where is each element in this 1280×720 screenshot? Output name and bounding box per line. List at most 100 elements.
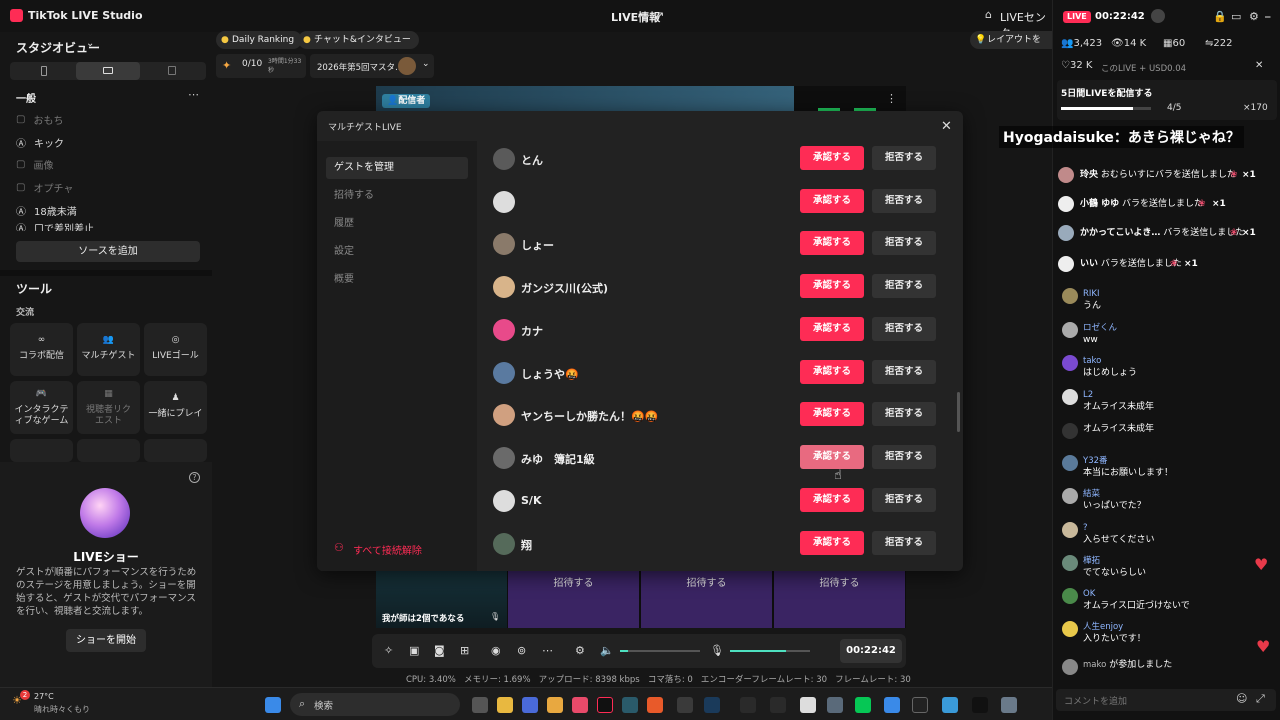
app-icon[interactable] [827,697,843,713]
reject-button[interactable]: 拒否する [872,531,936,555]
comment-input[interactable]: コメントを追加 ☺ ⤢ [1056,689,1276,711]
line-icon[interactable] [855,697,871,713]
source-item[interactable]: Ⓐ 18歳未満 [16,203,77,218]
source-item[interactable]: ▢ オプチャ [16,180,73,195]
reject-button[interactable]: 拒否する [872,146,936,170]
general-section-title[interactable]: 一般 [16,90,36,105]
add-source-button[interactable]: ソースを追加 [16,241,200,262]
chevron-down-icon[interactable]: ⌄ [86,38,94,49]
speaker-icon[interactable]: 🔈 [600,644,614,657]
app-icon[interactable] [677,697,693,713]
magic-wand-icon[interactable]: ✧ [384,644,393,657]
disconnect-all-button[interactable]: すべて接続解除 [353,542,422,557]
reject-button[interactable]: 拒否する [872,488,936,512]
approve-button[interactable]: 承認する [800,146,864,170]
tab-invite[interactable]: 招待する [326,185,468,207]
minimize-icon[interactable]: ⎯ [1265,10,1271,24]
task-view-icon[interactable] [472,697,488,713]
lock-icon[interactable]: 🔒 [1213,10,1227,23]
chevron-down-icon[interactable]: ⌄ [422,59,430,69]
viewer-request-tool-button[interactable]: ▦ 視聴者リクエスト [77,381,140,434]
approve-button[interactable]: 承認する [800,360,864,384]
microphone-icon[interactable]: 🎙 [710,644,724,657]
collab-tool-button[interactable]: ∞ コラボ配信 [10,323,73,376]
source-item[interactable]: ▢ おもち [16,112,63,127]
app-icon[interactable] [522,697,538,713]
app-icon[interactable] [884,697,900,713]
invite-slot[interactable]: 招待する [641,571,772,628]
app-icon[interactable] [942,697,958,713]
camera-icon[interactable]: ◙ [434,644,445,657]
reject-button[interactable]: 拒否する [872,274,936,298]
tab-history[interactable]: 履歴 [326,213,468,235]
invite-slot[interactable]: 招待する [774,571,905,628]
reject-button[interactable]: 拒否する [872,231,936,255]
more-options-icon[interactable]: ⋯ [188,88,199,101]
close-icon[interactable]: ✕ [941,119,952,134]
approve-button[interactable]: 承認する [800,445,864,469]
live-info-title[interactable]: LIVE情報 [611,9,660,25]
approve-button[interactable]: 承認する [800,402,864,426]
live-goal-tool-button[interactable]: ◎ LIVEゴール [144,323,207,376]
screen-share-icon[interactable]: ▣ [409,644,419,657]
record-icon[interactable]: ◉ [491,644,501,657]
approve-button[interactable]: 承認する [800,531,864,555]
event-widget[interactable]: 2026年第5回マスタ… ⌄ [310,54,434,78]
source-item[interactable]: ▢ 画像 [16,157,53,172]
landscape-mode-button[interactable] [76,62,140,80]
mic-volume-slider[interactable] [730,650,810,652]
gear-icon[interactable]: ⚙ [1249,10,1259,23]
unreal-icon[interactable] [912,697,928,713]
tool-button[interactable] [77,439,140,462]
taskbar-search[interactable]: ⌕ 検索 [290,693,460,716]
tool-button[interactable] [10,439,73,462]
start-icon[interactable] [265,697,281,713]
gear-icon[interactable] [1001,697,1017,713]
app-icon[interactable] [622,697,638,713]
tab-settings[interactable]: 設定 [326,241,468,263]
approve-button[interactable]: 承認する [800,231,864,255]
invite-slot[interactable]: 招待する [508,571,639,628]
app-icon[interactable] [572,697,588,713]
source-item[interactable]: Ⓐ キック [16,135,64,150]
app-icon[interactable] [770,697,786,713]
goal-widget[interactable]: ✦ 0/10 3時間1分33秒 [216,54,306,78]
add-layer-icon[interactable]: ⊞ [460,644,469,657]
tiktok-app-icon[interactable] [597,697,613,713]
reject-button[interactable]: 拒否する [872,402,936,426]
chat-interview-pill[interactable]: ● チャット&インタビュー [298,31,419,49]
capture-icon[interactable]: ⊚ [517,644,526,657]
help-icon[interactable]: ? [189,472,200,483]
layout-icon[interactable]: ▭ [1231,10,1241,23]
brave-icon[interactable] [647,697,663,713]
reject-button[interactable]: 拒否する [872,360,936,384]
approve-button[interactable]: 承認する [800,189,864,213]
approve-button[interactable]: 承認する [800,488,864,512]
folder-icon[interactable] [497,697,513,713]
daily-ranking-pill[interactable]: ● Daily Ranking [216,31,303,49]
multi-guest-tool-button[interactable]: 👥 マルチゲスト [77,323,140,376]
speaker-volume-slider[interactable] [620,650,700,652]
app-icon[interactable] [740,697,756,713]
portrait-mode-button[interactable] [12,62,76,80]
share-icon[interactable]: ↗ [655,9,664,22]
dual-mode-button[interactable] [140,62,204,80]
goal-card[interactable]: 5日間LIVEを配信する 4/5 ×170 [1057,80,1277,120]
tool-button[interactable] [144,439,207,462]
interactive-game-tool-button[interactable]: 🎮 インタラクティブなゲーム [10,381,73,434]
play-together-tool-button[interactable]: ♟ 一緒にプレイ [144,381,207,434]
steam-icon[interactable] [704,697,720,713]
source-item[interactable]: Ⓐ 口で差別差止 [16,223,94,232]
reject-button[interactable]: 拒否する [872,445,936,469]
emoji-icon[interactable]: ☺ [1236,692,1247,705]
sliders-icon[interactable]: ⚙ [575,644,585,657]
chrome-icon[interactable] [547,697,563,713]
layout-tip-pill[interactable]: 💡レイアウトを効率化 [970,31,1052,49]
scrollbar[interactable] [957,392,960,432]
approve-button[interactable]: 承認する [800,317,864,341]
tab-manage-guests[interactable]: ゲストを管理 [326,157,468,179]
app-icon[interactable] [972,697,988,713]
tab-overview[interactable]: 概要 [326,269,468,291]
more-options-icon[interactable]: ⋮ [886,92,897,105]
app-icon[interactable] [800,697,816,713]
